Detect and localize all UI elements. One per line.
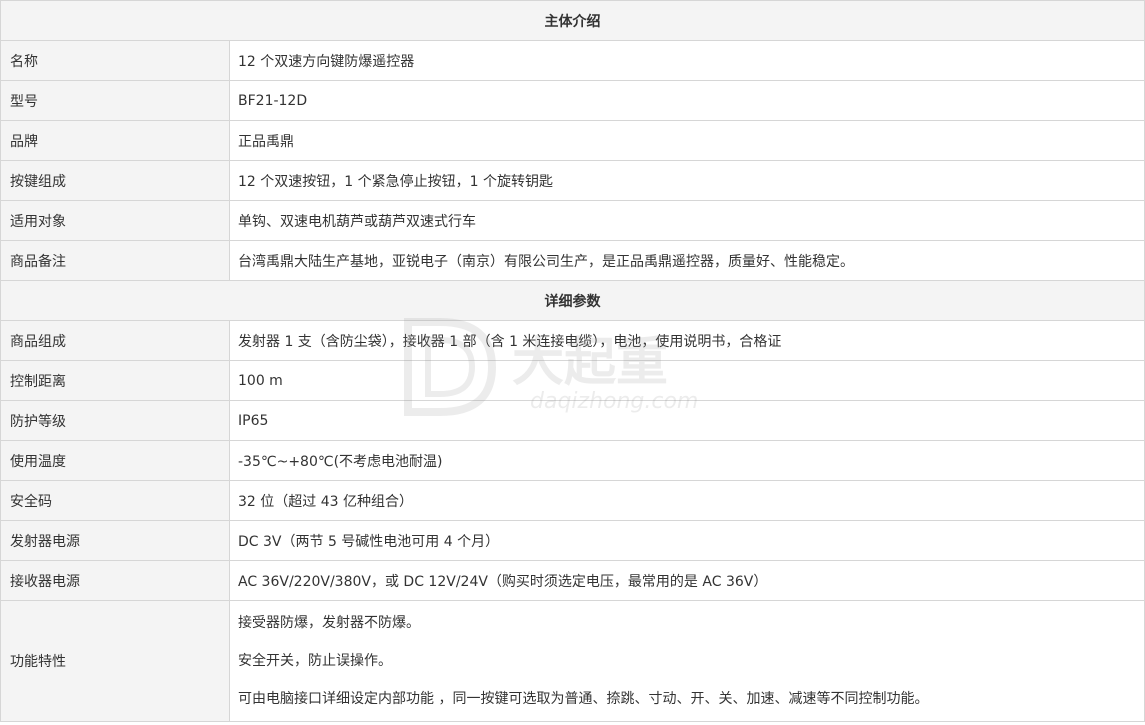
table-row: 接收器电源 AC 36V/220V/380V，或 DC 12V/24V（购买时须…: [0, 560, 1145, 601]
row-value: BF21-12D: [229, 80, 1145, 121]
row-value-multiline: 接受器防爆，发射器不防爆。 安全开关，防止误操作。 可由电脑接口详细设定内部功能…: [229, 600, 1145, 722]
row-value: 12 个双速按钮，1 个紧急停止按钮，1 个旋转钥匙: [229, 160, 1145, 201]
row-value: 32 位（超过 43 亿种组合）: [229, 480, 1145, 521]
table-row: 安全码 32 位（超过 43 亿种组合）: [0, 480, 1145, 521]
section-title: 主体介绍: [0, 0, 1145, 41]
row-label: 防护等级: [0, 400, 230, 441]
row-label: 商品组成: [0, 320, 230, 361]
table-row: 型号 BF21-12D: [0, 80, 1145, 121]
row-label: 商品备注: [0, 240, 230, 281]
feature-line: 安全开关，防止误操作。: [238, 653, 392, 669]
row-label: 名称: [0, 40, 230, 81]
table-row: 品牌 正品禹鼎: [0, 120, 1145, 161]
table-row: 控制距离 100 m: [0, 360, 1145, 401]
feature-line: 接受器防爆，发射器不防爆。: [238, 615, 420, 631]
row-value: -35℃~+80℃(不考虑电池耐温): [229, 440, 1145, 481]
row-label: 功能特性: [0, 600, 230, 722]
row-value: 单钩、双速电机葫芦或葫芦双速式行车: [229, 200, 1145, 241]
spec-table: 主体介绍 名称 12 个双速方向键防爆遥控器 型号 BF21-12D 品牌 正品…: [0, 0, 1145, 722]
table-row: 商品组成 发射器 1 支（含防尘袋），接收器 1 部（含 1 米连接电缆），电池…: [0, 320, 1145, 361]
row-label: 品牌: [0, 120, 230, 161]
section-header-intro: 主体介绍: [0, 0, 1145, 41]
row-value: 台湾禹鼎大陆生产基地，亚锐电子（南京）有限公司生产，是正品禹鼎遥控器，质量好、性…: [229, 240, 1145, 281]
row-value: DC 3V（两节 5 号碱性电池可用 4 个月）: [229, 520, 1145, 561]
section-header-params: 详细参数: [0, 280, 1145, 321]
row-label: 安全码: [0, 480, 230, 521]
row-value: 12 个双速方向键防爆遥控器: [229, 40, 1145, 81]
table-row: 按键组成 12 个双速按钮，1 个紧急停止按钮，1 个旋转钥匙: [0, 160, 1145, 201]
table-row: 商品备注 台湾禹鼎大陆生产基地，亚锐电子（南京）有限公司生产，是正品禹鼎遥控器，…: [0, 240, 1145, 281]
row-label: 接收器电源: [0, 560, 230, 601]
row-value: 100 m: [229, 360, 1145, 401]
row-value: IP65: [229, 400, 1145, 441]
table-row-features: 功能特性 接受器防爆，发射器不防爆。 安全开关，防止误操作。 可由电脑接口详细设…: [0, 600, 1145, 722]
feature-line: 可由电脑接口详细设定内部功能 ，同一按键可选取为普通、捺跳、寸动、开、关、加速、…: [238, 691, 929, 707]
table-row: 发射器电源 DC 3V（两节 5 号碱性电池可用 4 个月）: [0, 520, 1145, 561]
table-row: 名称 12 个双速方向键防爆遥控器: [0, 40, 1145, 81]
row-label: 控制距离: [0, 360, 230, 401]
section-title: 详细参数: [0, 280, 1145, 321]
row-label: 型号: [0, 80, 230, 121]
table-row: 使用温度 -35℃~+80℃(不考虑电池耐温): [0, 440, 1145, 481]
row-label: 按键组成: [0, 160, 230, 201]
table-row: 防护等级 IP65: [0, 400, 1145, 441]
row-label: 发射器电源: [0, 520, 230, 561]
row-label: 适用对象: [0, 200, 230, 241]
row-value: 正品禹鼎: [229, 120, 1145, 161]
row-value: 发射器 1 支（含防尘袋），接收器 1 部（含 1 米连接电缆），电池，使用说明…: [229, 320, 1145, 361]
table-row: 适用对象 单钩、双速电机葫芦或葫芦双速式行车: [0, 200, 1145, 241]
row-value: AC 36V/220V/380V，或 DC 12V/24V（购买时须选定电压，最…: [229, 560, 1145, 601]
row-label: 使用温度: [0, 440, 230, 481]
